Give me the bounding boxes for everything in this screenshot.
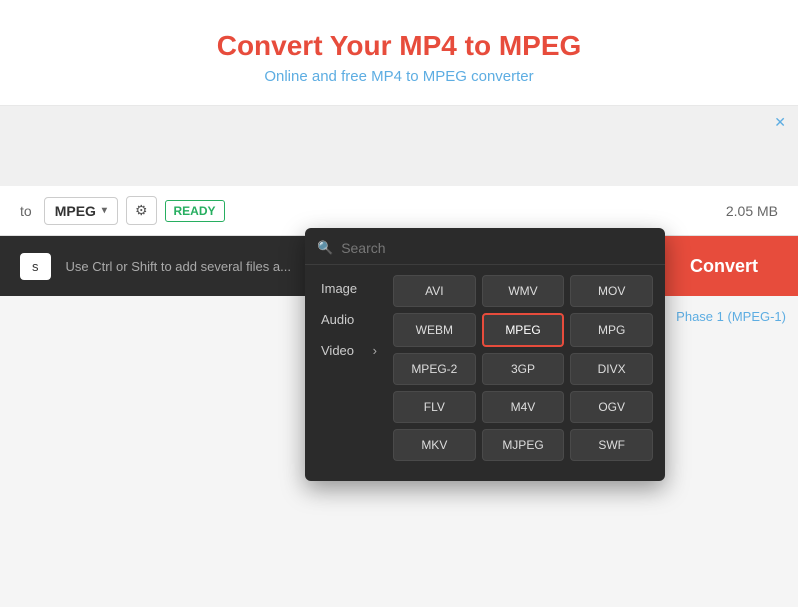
format-btn-mov[interactable]: MOV [570, 275, 653, 307]
format-value: MPEG [55, 203, 96, 219]
search-icon: 🔍 [317, 240, 333, 256]
settings-button[interactable]: ⚙ [126, 196, 157, 225]
format-btn-mpeg2[interactable]: MPEG-2 [393, 353, 476, 385]
format-btn-m4v[interactable]: M4V [482, 391, 565, 423]
format-btn-swf[interactable]: SWF [570, 429, 653, 461]
page-subtitle: Online and free MP4 to MPEG converter [20, 68, 778, 85]
category-item-audio[interactable]: Audio [313, 306, 385, 333]
ad-banner: ✕ [0, 106, 798, 186]
format-btn-wmv[interactable]: WMV [482, 275, 565, 307]
file-size-label: 2.05 MB [726, 203, 778, 219]
format-btn-mpeg[interactable]: MPEG [482, 313, 565, 347]
page-title: Convert Your MP4 to MPEG [20, 30, 778, 62]
convert-button[interactable]: Convert [650, 236, 798, 296]
format-btn-webm[interactable]: WEBM [393, 313, 476, 347]
phase-label: Phase 1 (MPEG-1) [676, 309, 786, 324]
files-button[interactable]: s [20, 253, 51, 280]
to-label: to [20, 203, 32, 219]
category-item-video[interactable]: Video› [313, 337, 385, 364]
format-dropdown-trigger[interactable]: MPEG ▾ [44, 197, 118, 225]
hint-text: Use Ctrl or Shift to add several files a… [66, 259, 291, 274]
format-grid: AVIWMVMOV WEBMMPEGMPG MPEG-23GPDIVX FLVM4VO… [393, 275, 657, 461]
format-btn-divx[interactable]: DIVX [570, 353, 653, 385]
dropdown-body: Image Audio Video› AVIWMVMOV WEBMMPEGMPG MPE… [305, 265, 665, 471]
format-btn-mkv[interactable]: MKV [393, 429, 476, 461]
format-btn-mpg[interactable]: MPG [570, 313, 653, 347]
category-list: Image Audio Video› [313, 275, 393, 461]
ready-badge: READY [165, 200, 225, 222]
chevron-right-icon: › [373, 343, 377, 358]
chevron-down-icon: ▾ [102, 205, 107, 216]
format-btn-ogv[interactable]: OGV [570, 391, 653, 423]
format-btn-mjpeg[interactable]: MJPEG [482, 429, 565, 461]
search-box: 🔍 [305, 228, 665, 265]
header-section: Convert Your MP4 to MPEG Online and free… [0, 0, 798, 106]
format-btn-avi[interactable]: AVI [393, 275, 476, 307]
search-input[interactable] [341, 240, 653, 256]
close-ad-button[interactable]: ✕ [774, 114, 786, 131]
format-btn-flv[interactable]: FLV [393, 391, 476, 423]
category-item-image[interactable]: Image [313, 275, 385, 302]
format-dropdown: 🔍 Image Audio Video› AVIWMVMOV WEBMMPEGMPG M… [305, 228, 665, 481]
format-btn-3gp[interactable]: 3GP [482, 353, 565, 385]
